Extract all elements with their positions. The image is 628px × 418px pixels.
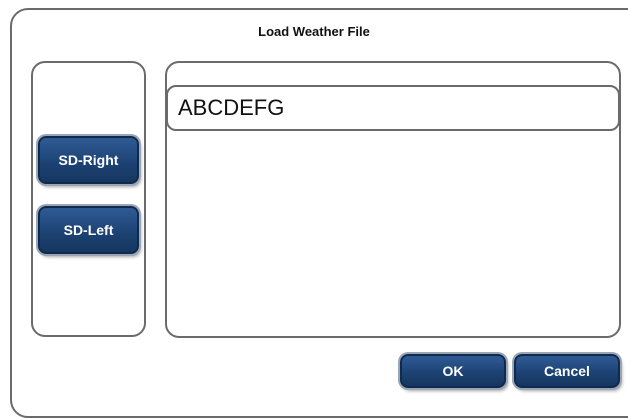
cancel-button[interactable]: Cancel: [514, 354, 620, 388]
storage-source-panel: [31, 61, 146, 337]
dialog-title: Load Weather File: [258, 24, 370, 39]
ok-button[interactable]: OK: [400, 354, 506, 388]
sd-left-button[interactable]: SD-Left: [38, 206, 139, 254]
file-list-item[interactable]: ABCDEFG: [166, 85, 620, 131]
sd-right-button[interactable]: SD-Right: [38, 136, 139, 184]
